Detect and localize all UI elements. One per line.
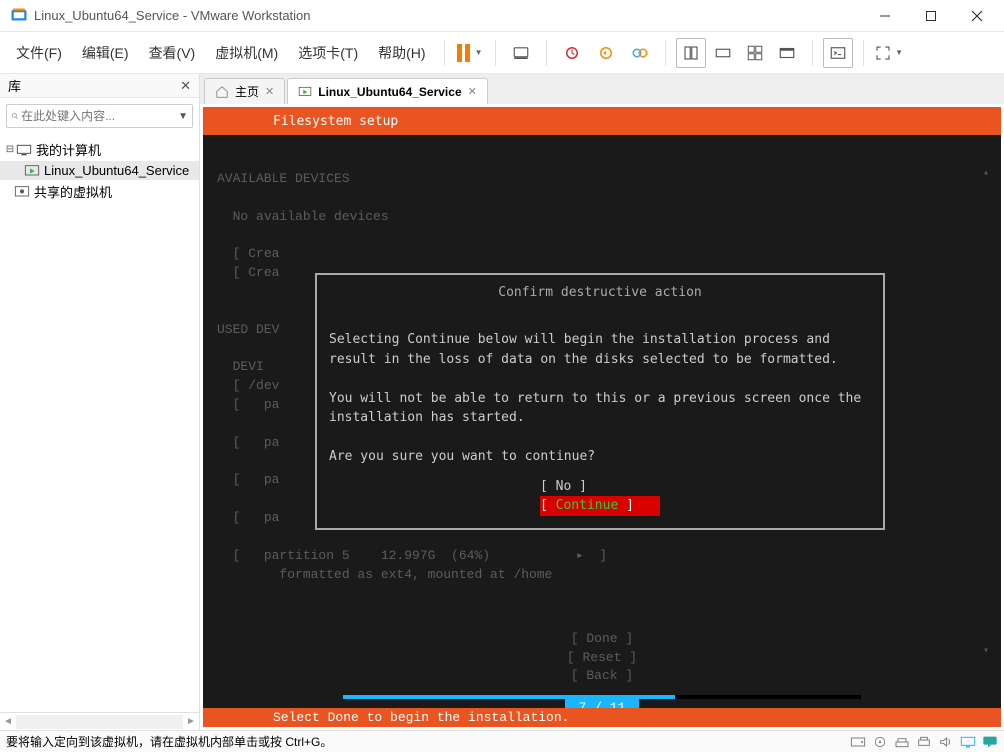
fullscreen-button[interactable]: ▼ [874,38,904,68]
close-button[interactable] [954,1,1000,31]
pause-vm-button[interactable]: ▼ [455,38,485,68]
reset-button[interactable]: [ Reset ] [567,650,637,665]
tree-label: Linux_Ubuntu64_Service [44,163,189,178]
tab-close-button[interactable]: ✕ [468,85,477,98]
computer-icon [16,143,32,157]
shared-vm-icon [14,185,30,199]
printer-icon[interactable] [916,735,932,749]
manage-snapshot-button[interactable] [625,38,655,68]
dialog-text: Selecting Continue below will begin the … [329,332,838,367]
dialog-continue-button[interactable]: [ Continue ] [540,496,660,516]
revert-snapshot-button[interactable] [591,38,621,68]
view-thumbnail-button[interactable] [708,38,738,68]
dialog-text: Are you sure you want to continue? [329,449,595,464]
vm-running-icon [298,85,312,99]
window-title: Linux_Ubuntu64_Service - VMware Workstat… [34,8,862,23]
library-hscroll[interactable]: ◄► [0,712,199,730]
library-close-button[interactable]: ✕ [180,78,191,94]
network-icon[interactable] [894,735,910,749]
installer-header: Filesystem setup [203,107,1001,135]
tab-vm-linux-ubuntu[interactable]: Linux_Ubuntu64_Service ✕ [287,78,488,104]
library-search[interactable]: ▼ [6,104,193,128]
status-text: 要将输入定向到该虚拟机，请在虚拟机内部单击或按 Ctrl+G。 [6,733,332,750]
dialog-title: Confirm destructive action [492,283,708,303]
titlebar: Linux_Ubuntu64_Service - VMware Workstat… [0,0,1004,32]
vm-scrollbar[interactable] [983,167,993,657]
tree-label: 我的计算机 [36,140,101,159]
done-button[interactable]: [ Done ] [571,631,633,646]
sound-icon[interactable] [938,735,954,749]
installer-hint: Select Done to begin the installation. [203,708,1001,727]
menu-help[interactable]: 帮助(H) [370,39,433,67]
message-icon[interactable] [982,735,998,749]
chevron-down-icon: ▼ [895,48,903,57]
send-ctrl-alt-del-button[interactable] [506,38,536,68]
maximize-button[interactable] [908,1,954,31]
tab-label: Linux_Ubuntu64_Service [318,85,461,99]
confirm-destructive-dialog: Confirm destructive action Selecting Con… [315,273,885,530]
view-multi-button[interactable] [740,38,770,68]
display-icon[interactable] [960,735,976,749]
menu-view[interactable]: 查看(V) [141,39,204,67]
minimize-button[interactable] [862,1,908,31]
home-icon [215,85,229,99]
dialog-text: You will not be able to return to this o… [329,391,869,426]
back-button[interactable]: [ Back ] [571,668,633,683]
tab-close-button[interactable]: ✕ [265,85,274,98]
library-search-input[interactable] [19,107,178,125]
tree-shared-vms[interactable]: 共享的虚拟机 [0,180,199,203]
search-icon [11,109,19,123]
tab-bar: 主页 ✕ Linux_Ubuntu64_Service ✕ [200,74,1004,104]
menu-file[interactable]: 文件(F) [8,39,70,67]
console-button[interactable] [823,38,853,68]
menu-vm[interactable]: 虚拟机(M) [207,39,286,67]
menu-tabs[interactable]: 选项卡(T) [290,39,366,67]
menubar: 文件(F) 编辑(E) 查看(V) 虚拟机(M) 选项卡(T) 帮助(H) ▼ … [0,32,1004,74]
expand-icon[interactable]: ⊟ [4,144,16,155]
vm-console[interactable]: Filesystem setup AVAILABLE DEVICES No av… [200,104,1004,730]
library-panel: 库 ✕ ▼ ⊟ 我的计算机 Linux_Ubuntu64_Service 共享的… [0,74,200,730]
dialog-no-button[interactable]: [ No ] [540,477,660,497]
library-title: 库 [8,76,21,95]
app-icon [10,7,28,25]
tree-label: 共享的虚拟机 [34,182,112,201]
menu-edit[interactable]: 编辑(E) [74,39,137,67]
tree-vm-linux-ubuntu[interactable]: Linux_Ubuntu64_Service [0,161,199,180]
tab-label: 主页 [235,83,259,100]
snapshot-button[interactable] [557,38,587,68]
view-single-button[interactable] [676,38,706,68]
library-tree: ⊟ 我的计算机 Linux_Ubuntu64_Service 共享的虚拟机 [0,134,199,712]
disk-icon[interactable] [850,735,866,749]
tree-root-my-computer[interactable]: ⊟ 我的计算机 [0,138,199,161]
tab-home[interactable]: 主页 ✕ [204,78,285,104]
chevron-down-icon: ▼ [475,48,483,57]
status-bar: 要将输入定向到该虚拟机，请在虚拟机内部单击或按 Ctrl+G。 [0,730,1004,752]
chevron-down-icon[interactable]: ▼ [178,111,188,122]
installer-nav-buttons: [ Done ] [ Reset ] [ Back ] [203,630,1001,685]
pause-icon [457,44,470,62]
unity-button[interactable] [772,38,802,68]
vm-running-icon [24,164,40,178]
cd-icon[interactable] [872,735,888,749]
